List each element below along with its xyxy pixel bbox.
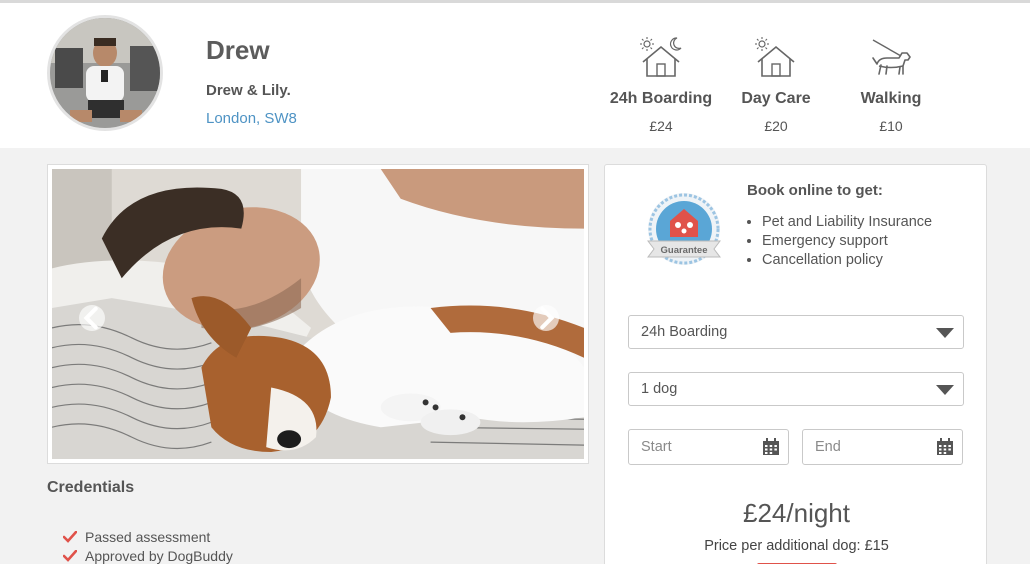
caret-down-icon (936, 385, 954, 395)
booking-benefits-list: Pet and Liability Insurance Emergency su… (747, 212, 932, 269)
sitter-location-link[interactable]: London, SW8 (206, 110, 297, 127)
credentials-title: Credentials (47, 479, 135, 496)
guarantee-badge-icon: Guarantee (647, 193, 721, 265)
booking-title: Book online to get: (747, 182, 883, 199)
start-date-input[interactable] (629, 430, 749, 464)
additional-dog-price: Price per additional dog: £15 (704, 538, 889, 554)
calendar-icon[interactable] (762, 438, 780, 461)
nightly-price: £24/night (743, 498, 850, 528)
guarantee-badge: Guarantee (640, 191, 728, 271)
profile-header: Drew Drew & Lily. London, SW8 24h Boardi… (0, 0, 1030, 148)
check-icon (63, 530, 85, 543)
service-walking[interactable]: Walking £10 (831, 36, 951, 134)
sitter-name: Drew (206, 35, 270, 65)
sitter-subtitle: Drew & Lily. (206, 82, 291, 99)
end-date-field[interactable] (802, 429, 963, 465)
start-date-field[interactable] (628, 429, 789, 465)
list-item: Approved by DogBuddy (63, 546, 233, 564)
service-day-care[interactable]: Day Care £20 (716, 36, 836, 134)
photo-carousel[interactable] (47, 164, 589, 464)
service-price: £24 (649, 118, 673, 134)
end-date-input[interactable] (803, 430, 923, 464)
avatar-photo (50, 18, 160, 128)
service-name: Walking (860, 90, 922, 107)
calendar-icon[interactable] (936, 438, 954, 461)
avatar (47, 15, 163, 131)
credential-label: Approved by DogBuddy (85, 547, 233, 564)
house-sun-moon-icon (640, 37, 682, 77)
dogs-select-value: 1 dog (641, 381, 678, 397)
dog-leash-icon (872, 39, 911, 75)
list-item: Emergency support (747, 231, 932, 250)
carousel-next-button[interactable] (533, 305, 559, 331)
list-item: Cancellation policy (747, 250, 932, 269)
service-select[interactable]: 24h Boarding (628, 315, 964, 349)
dogs-select[interactable]: 1 dog (628, 372, 964, 406)
chevron-left-icon (83, 306, 98, 330)
service-price: £10 (879, 118, 903, 134)
caret-down-icon (936, 328, 954, 338)
service-24h-boarding[interactable]: 24h Boarding £24 (601, 36, 721, 134)
service-name: 24h Boarding (609, 90, 713, 107)
service-name: Day Care (741, 90, 811, 107)
check-icon (63, 549, 85, 562)
credentials-list: Passed assessment Approved by DogBuddy (63, 527, 233, 564)
list-item: Pet and Liability Insurance (747, 212, 932, 231)
house-sun-icon (755, 37, 795, 77)
service-price: £20 (764, 118, 788, 134)
carousel-photo (52, 169, 584, 459)
credential-label: Passed assessment (85, 528, 211, 545)
list-item: Passed assessment (63, 527, 233, 546)
chevron-right-icon (540, 306, 555, 330)
service-select-value: 24h Boarding (641, 324, 728, 340)
svg-text:Guarantee: Guarantee (661, 245, 708, 256)
carousel-prev-button[interactable] (79, 305, 105, 331)
sitter-with-dog-photo (52, 169, 584, 459)
booking-panel: Guarantee Book online to get: Pet and Li… (604, 164, 987, 564)
